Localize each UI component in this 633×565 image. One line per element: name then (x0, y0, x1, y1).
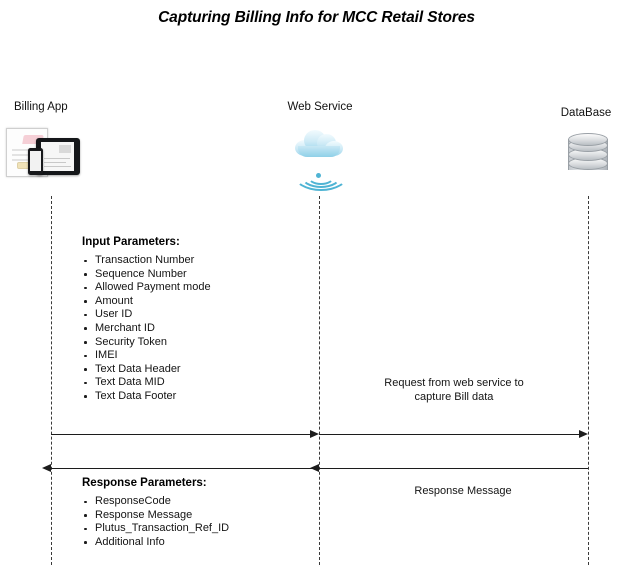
list-item: Transaction Number (82, 254, 211, 268)
list-item: Text Data MID (82, 376, 211, 390)
list-item: Plutus_Transaction_Ref_ID (82, 522, 229, 536)
diagram-title: Capturing Billing Info for MCC Retail St… (158, 9, 475, 26)
list-item: Text Data Header (82, 363, 211, 377)
message-line-web-service-to-billing-app (51, 468, 319, 469)
list-item: Security Token (82, 336, 211, 350)
response-parameters-block: Response Parameters: ResponseCode Respon… (82, 477, 229, 549)
actor-label-billing-app: Billing App (14, 101, 68, 113)
db-disc-top (568, 133, 608, 146)
list-item: Allowed Payment mode (82, 281, 211, 295)
arrow-head-to-billing-app (42, 463, 51, 472)
list-item: Response Message (82, 509, 229, 523)
arrow-head-to-web-service-response (310, 463, 319, 472)
arrow-head-to-web-service (310, 429, 319, 438)
actor-label-web-service: Web Service (287, 101, 353, 113)
response-parameters-heading: Response Parameters: (82, 477, 207, 489)
message-line-web-service-to-database (319, 434, 580, 435)
list-item: Text Data Footer (82, 390, 211, 404)
billing-app-devices-icon (6, 126, 84, 178)
list-item: IMEI (82, 349, 211, 363)
phone-icon (28, 148, 43, 175)
input-parameters-heading: Input Parameters: (82, 236, 180, 248)
cloud-shape (295, 129, 343, 157)
cloud-wifi-icon (287, 129, 351, 191)
list-item: ResponseCode (82, 495, 229, 509)
database-cylinder-icon (568, 133, 608, 179)
input-parameters-list: Transaction Number Sequence Number Allow… (82, 254, 211, 404)
message-label-request-to-database: Request from web service to capture Bill… (384, 377, 524, 403)
response-parameters-list: ResponseCode Response Message Plutus_Tra… (82, 495, 229, 549)
message-line-database-to-web-service (319, 468, 588, 469)
list-item: Merchant ID (82, 322, 211, 336)
list-item: Sequence Number (82, 268, 211, 282)
message-line-billing-app-to-web-service (51, 434, 312, 435)
wifi-arc-inner (307, 167, 335, 185)
list-item: Additional Info (82, 536, 229, 550)
actor-label-database: DataBase (560, 107, 612, 119)
list-item: Amount (82, 295, 211, 309)
lifeline-web-service (319, 196, 320, 565)
list-item: User ID (82, 308, 211, 322)
lifeline-billing-app (51, 196, 52, 565)
arrow-head-to-database (579, 429, 588, 438)
input-parameters-block: Input Parameters: Transaction Number Seq… (82, 236, 211, 404)
wifi-dot (316, 173, 321, 178)
lifeline-database (588, 196, 589, 565)
sequence-diagram-canvas: Capturing Billing Info for MCC Retail St… (0, 0, 633, 565)
message-label-response-message: Response Message (414, 485, 512, 497)
